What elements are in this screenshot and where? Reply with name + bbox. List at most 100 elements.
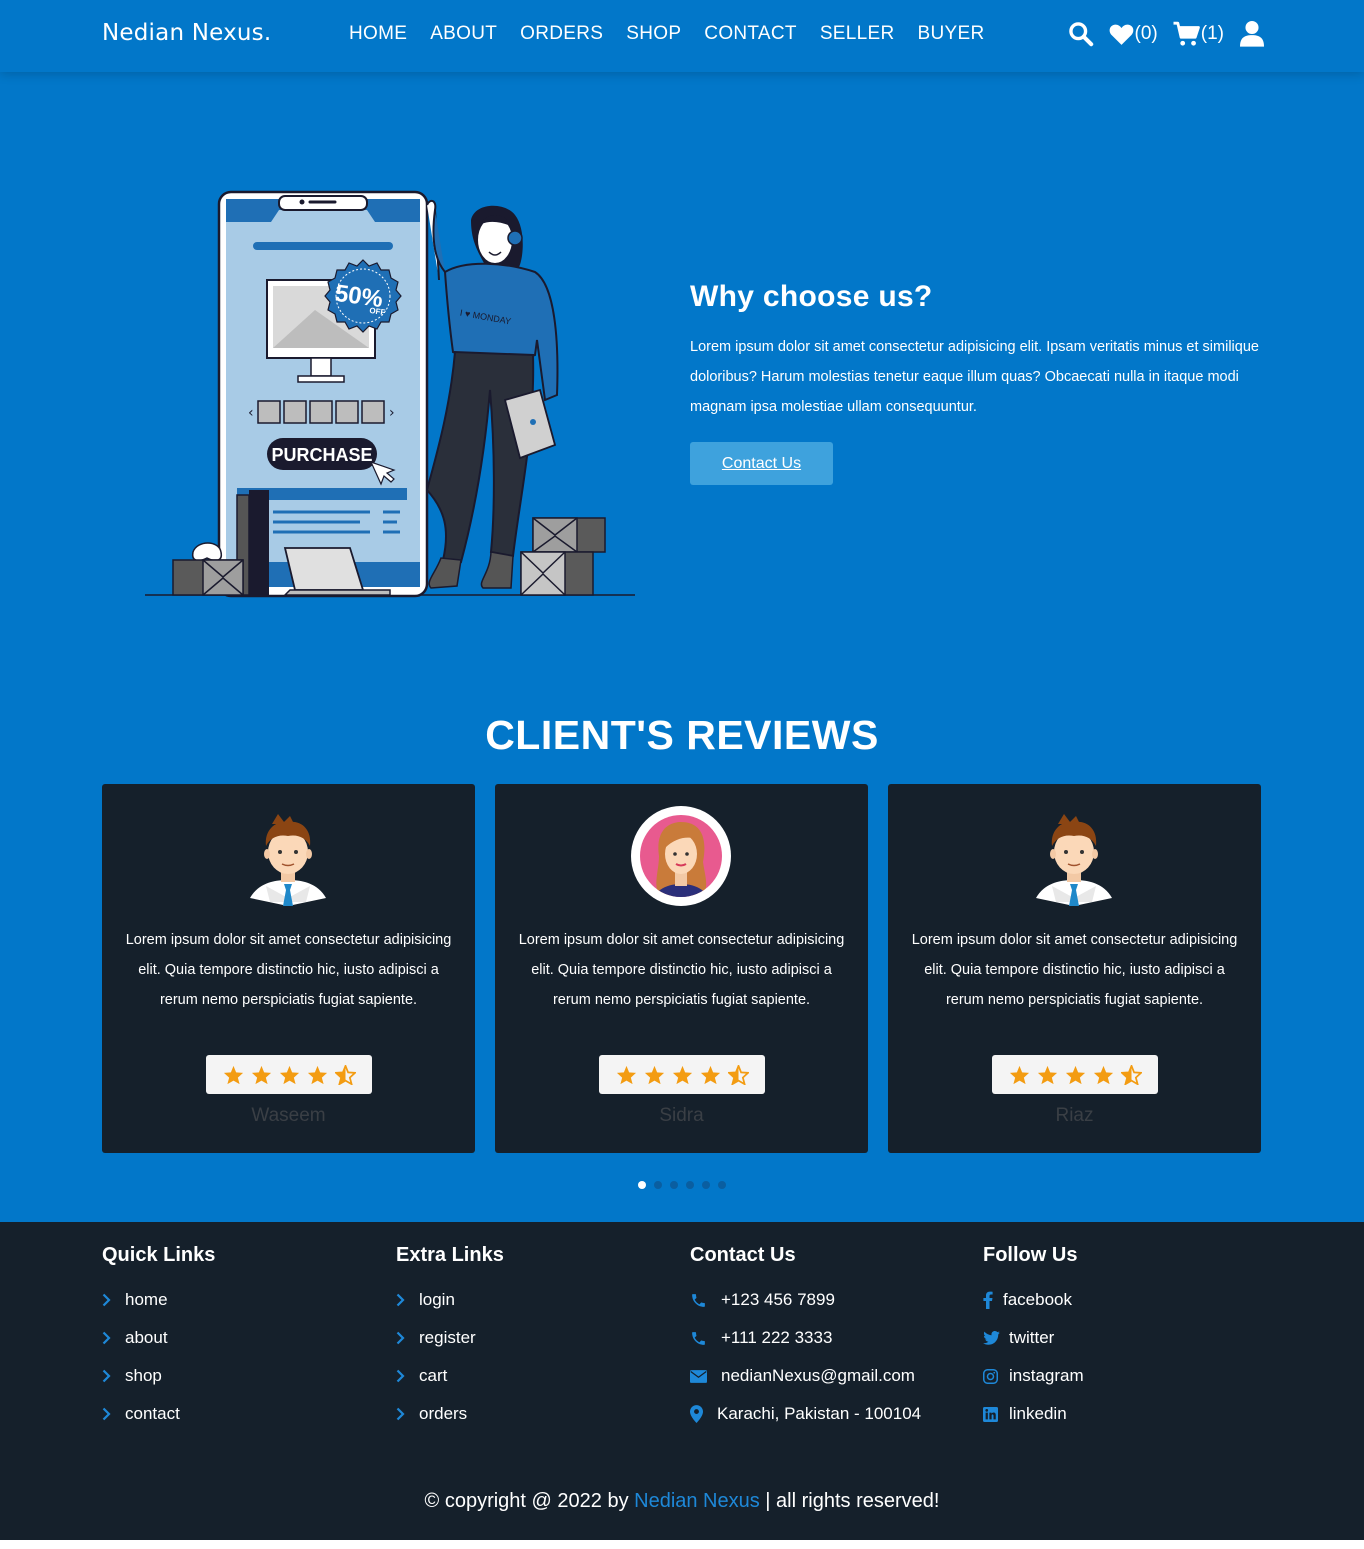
reviews-title: CLIENT'S REVIEWS bbox=[485, 712, 879, 758]
contact-email[interactable]: nedianNexus@gmail.com bbox=[690, 1365, 921, 1387]
linkedin-icon bbox=[983, 1406, 998, 1422]
svg-text:›: › bbox=[389, 405, 395, 421]
instagram-icon bbox=[983, 1368, 998, 1384]
contact-text: +111 222 3333 bbox=[721, 1328, 833, 1347]
link-label: cart bbox=[419, 1366, 448, 1385]
review-text: Lorem ipsum dolor sit amet consectetur a… bbox=[125, 932, 452, 1008]
social-facebook[interactable]: facebook bbox=[983, 1289, 1084, 1311]
cart-icon bbox=[1173, 21, 1200, 46]
link-label: home bbox=[125, 1290, 168, 1309]
chevron-right-icon bbox=[396, 1407, 405, 1421]
review-card: Lorem ipsum dolor sit amet consectetur a… bbox=[888, 784, 1261, 1153]
reviewer-name: Sidra bbox=[659, 1105, 704, 1126]
pagination-dot[interactable] bbox=[670, 1181, 678, 1189]
cart-count: (1) bbox=[1200, 22, 1224, 44]
footer-link-register[interactable]: register bbox=[396, 1327, 504, 1349]
review-text: Lorem ipsum dolor sit amet consectetur a… bbox=[911, 932, 1238, 1008]
nav-shop[interactable]: SHOP bbox=[626, 23, 681, 45]
contact-title: Contact Us bbox=[690, 1244, 796, 1266]
footer-link-contact[interactable]: contact bbox=[102, 1403, 215, 1425]
link-label: orders bbox=[419, 1404, 468, 1423]
link-label: contact bbox=[125, 1404, 180, 1423]
man-avatar bbox=[1036, 814, 1112, 906]
phone-icon bbox=[692, 1331, 705, 1345]
phone-icon bbox=[692, 1293, 705, 1307]
star-icon bbox=[307, 1065, 327, 1084]
chevron-right-icon bbox=[396, 1293, 405, 1307]
star-icon bbox=[672, 1065, 692, 1084]
user-button[interactable] bbox=[1240, 20, 1264, 47]
star-half-icon bbox=[727, 1064, 749, 1085]
rating-stars bbox=[992, 1055, 1158, 1094]
quick-links-title: Quick Links bbox=[102, 1244, 216, 1266]
contact-text: Karachi, Pakistan - 100104 bbox=[717, 1404, 922, 1423]
chevron-right-icon bbox=[102, 1331, 111, 1345]
nav-orders[interactable]: ORDERS bbox=[520, 23, 603, 45]
social-instagram[interactable]: instagram bbox=[983, 1365, 1084, 1387]
why-text: Lorem ipsum dolor sit amet consectetur a… bbox=[690, 339, 1259, 415]
reviewer-name: Waseem bbox=[251, 1105, 326, 1126]
extra-links-title: Extra Links bbox=[396, 1244, 504, 1266]
social-label: instagram bbox=[1009, 1366, 1084, 1385]
nav-seller[interactable]: SELLER bbox=[820, 23, 895, 45]
chevron-right-icon bbox=[102, 1293, 111, 1307]
reviews-carousel: Lorem ipsum dolor sit amet consectetur a… bbox=[102, 784, 1261, 1153]
star-icon bbox=[644, 1065, 664, 1084]
link-label: about bbox=[125, 1328, 168, 1347]
cart-button[interactable]: (1) bbox=[1172, 21, 1224, 47]
star-icon bbox=[1093, 1065, 1113, 1084]
wishlist-button[interactable]: (0) bbox=[1108, 22, 1158, 46]
footer-link-orders[interactable]: orders bbox=[396, 1403, 504, 1425]
user-icon bbox=[1240, 20, 1264, 47]
search-button[interactable] bbox=[1067, 20, 1094, 47]
social-label: twitter bbox=[1009, 1328, 1055, 1347]
contact-text: nedianNexus@gmail.com bbox=[721, 1366, 915, 1385]
svg-text:‹: ‹ bbox=[248, 405, 254, 421]
contact-info: Contact Us +123 456 7899 +111 222 3333 n… bbox=[690, 1244, 921, 1441]
star-icon bbox=[251, 1065, 271, 1084]
rating-stars bbox=[599, 1055, 765, 1094]
footer-link-shop[interactable]: shop bbox=[102, 1365, 215, 1387]
link-label: login bbox=[419, 1290, 455, 1309]
copyright-brand-link[interactable]: Nedian Nexus bbox=[634, 1490, 760, 1512]
footer-link-cart[interactable]: cart bbox=[396, 1365, 504, 1387]
pagination-dot[interactable] bbox=[638, 1181, 646, 1189]
social-twitter[interactable]: twitter bbox=[983, 1327, 1084, 1349]
copyright-prefix: © copyright @ 2022 by bbox=[424, 1490, 635, 1512]
star-half-icon bbox=[334, 1064, 356, 1085]
contact-phone-2[interactable]: +111 222 3333 bbox=[690, 1327, 921, 1349]
search-icon bbox=[1068, 22, 1093, 47]
main-nav: HOME ABOUT ORDERS SHOP CONTACT SELLER BU… bbox=[349, 23, 984, 45]
pagination-dot[interactable] bbox=[654, 1181, 662, 1189]
twitter-icon bbox=[983, 1331, 1000, 1345]
nav-contact[interactable]: CONTACT bbox=[704, 23, 797, 45]
why-title: Why choose us? bbox=[690, 280, 933, 313]
follow-title: Follow Us bbox=[983, 1244, 1078, 1266]
woman-avatar bbox=[631, 806, 731, 906]
social-label: facebook bbox=[1003, 1290, 1072, 1309]
facebook-icon bbox=[983, 1291, 993, 1309]
star-icon bbox=[1009, 1065, 1029, 1084]
nav-buyer[interactable]: BUYER bbox=[918, 23, 985, 45]
pagination-dot[interactable] bbox=[702, 1181, 710, 1189]
footer-link-about[interactable]: about bbox=[102, 1327, 215, 1349]
star-icon bbox=[616, 1065, 636, 1084]
pagination-dot[interactable] bbox=[686, 1181, 694, 1189]
contact-address[interactable]: Karachi, Pakistan - 100104 bbox=[690, 1403, 921, 1425]
footer-link-home[interactable]: home bbox=[102, 1289, 215, 1311]
why-section: Why choose us? Lorem ipsum dolor sit ame… bbox=[690, 280, 1260, 485]
social-linkedin[interactable]: linkedin bbox=[983, 1403, 1084, 1425]
footer-link-login[interactable]: login bbox=[396, 1289, 504, 1311]
nav-about[interactable]: ABOUT bbox=[430, 23, 497, 45]
contact-us-button[interactable]: Contact Us bbox=[690, 442, 833, 485]
link-label: shop bbox=[125, 1366, 162, 1385]
site-logo[interactable]: Nedian Nexus. bbox=[102, 20, 271, 46]
extra-links: Extra Links login register cart orders bbox=[396, 1244, 504, 1441]
map-marker-icon bbox=[690, 1405, 703, 1423]
contact-phone-1[interactable]: +123 456 7899 bbox=[690, 1289, 921, 1311]
pagination-dot[interactable] bbox=[718, 1181, 726, 1189]
star-half-icon bbox=[1120, 1064, 1142, 1085]
copyright-suffix: | all rights reserved! bbox=[759, 1490, 940, 1512]
nav-home[interactable]: HOME bbox=[349, 23, 407, 45]
man-avatar bbox=[250, 814, 326, 906]
